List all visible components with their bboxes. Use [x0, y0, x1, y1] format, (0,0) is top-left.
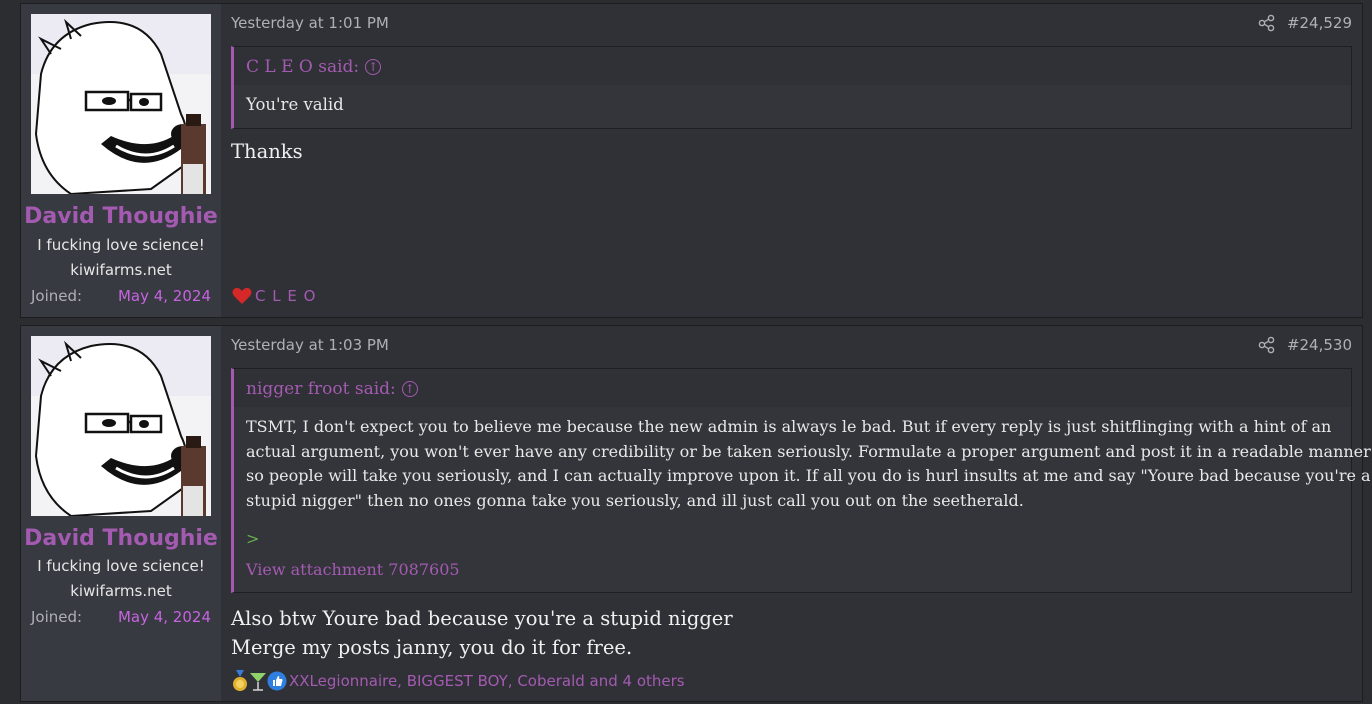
- username[interactable]: David Thoughie: [21, 204, 221, 229]
- joined-label: Joined:: [31, 608, 83, 626]
- quote-body: You're valid: [234, 85, 1351, 128]
- cocktail-icon: [250, 673, 266, 691]
- post-date[interactable]: Yesterday at 1:03 PM: [231, 336, 389, 354]
- user-site: kiwifarms.net: [70, 261, 172, 279]
- username[interactable]: David Thoughie: [21, 526, 221, 551]
- post-date[interactable]: Yesterday at 1:01 PM: [231, 14, 389, 32]
- quote-author[interactable]: nigger froot said:: [246, 379, 396, 399]
- post-main: Yesterday at 1:03 PM #24,530 nigger froo…: [221, 326, 1371, 701]
- user-panel: David Thoughie I fucking love science! k…: [21, 4, 221, 317]
- quote-line: so people will take you seriously, and I…: [246, 466, 1371, 485]
- quote-block: C L E O said: ↑ You're valid: [231, 46, 1352, 129]
- share-icon[interactable]: [1258, 14, 1276, 32]
- avatar[interactable]: [31, 14, 211, 194]
- user-title: I fucking love science!: [37, 557, 205, 575]
- attachment-link[interactable]: View attachment 7087605: [246, 558, 1345, 583]
- joined-row: Joined: May 4, 2024: [31, 608, 211, 626]
- medal-icon: [233, 670, 247, 691]
- post-number[interactable]: #24,529: [1287, 14, 1352, 32]
- message-line: Also btw Youre bad because you're a stup…: [231, 607, 733, 630]
- message-body: Thanks: [231, 137, 1352, 166]
- quote-line: TSMT, I don't expect you to believe me b…: [246, 417, 1332, 436]
- thumbs-up-icon: [267, 671, 287, 691]
- post-number[interactable]: #24,530: [1287, 336, 1352, 354]
- user-panel: David Thoughie I fucking love science! k…: [21, 326, 221, 701]
- greentext: >: [246, 529, 260, 548]
- reactions-text[interactable]: C L E O: [255, 287, 316, 305]
- avatar[interactable]: [31, 336, 211, 516]
- quote-line: stupid nigger" then no ones gonna take y…: [246, 490, 1024, 510]
- quote-header[interactable]: nigger froot said: ↑: [234, 369, 1351, 407]
- quote-author[interactable]: C L E O said:: [246, 57, 359, 77]
- joined-date: May 4, 2024: [117, 287, 211, 305]
- post: David Thoughie I fucking love science! k…: [20, 325, 1371, 702]
- quote-block: nigger froot said: ↑ TSMT, I don't expect…: [231, 368, 1371, 593]
- message-line: Thanks: [231, 140, 303, 163]
- reactions-bar[interactable]: C L E O: [231, 285, 316, 307]
- user-title: I fucking love science!: [37, 236, 205, 254]
- share-icon[interactable]: [1258, 336, 1276, 354]
- post-main: Yesterday at 1:01 PM #24,529 C L E O sai…: [221, 4, 1362, 317]
- arrow-up-icon[interactable]: ↑: [365, 59, 382, 75]
- quote-line: actual argument, you won't ever have any…: [246, 441, 1371, 461]
- joined-date: May 4, 2024: [117, 608, 211, 626]
- quote-body: TSMT, I don't expect you to believe me b…: [234, 407, 1371, 592]
- quote-text: You're valid: [246, 95, 344, 114]
- reactions-text[interactable]: XXLegionnaire, BIGGEST BOY, Coberald and…: [289, 672, 685, 690]
- user-site: kiwifarms.net: [70, 582, 172, 600]
- reactions-bar[interactable]: XXLegionnaire, BIGGEST BOY, Coberald and…: [231, 670, 685, 692]
- joined-label: Joined:: [31, 287, 83, 305]
- quote-header[interactable]: C L E O said: ↑: [234, 47, 1351, 85]
- joined-row: Joined: May 4, 2024: [31, 287, 211, 305]
- arrow-up-icon[interactable]: ↑: [401, 381, 418, 397]
- post: David Thoughie I fucking love science! k…: [20, 3, 1363, 318]
- message-line: Merge my posts janny, you do it for free…: [231, 636, 633, 659]
- message-body: Also btw Youre bad because you're a stup…: [231, 604, 1352, 662]
- heart-icon: [232, 287, 252, 304]
